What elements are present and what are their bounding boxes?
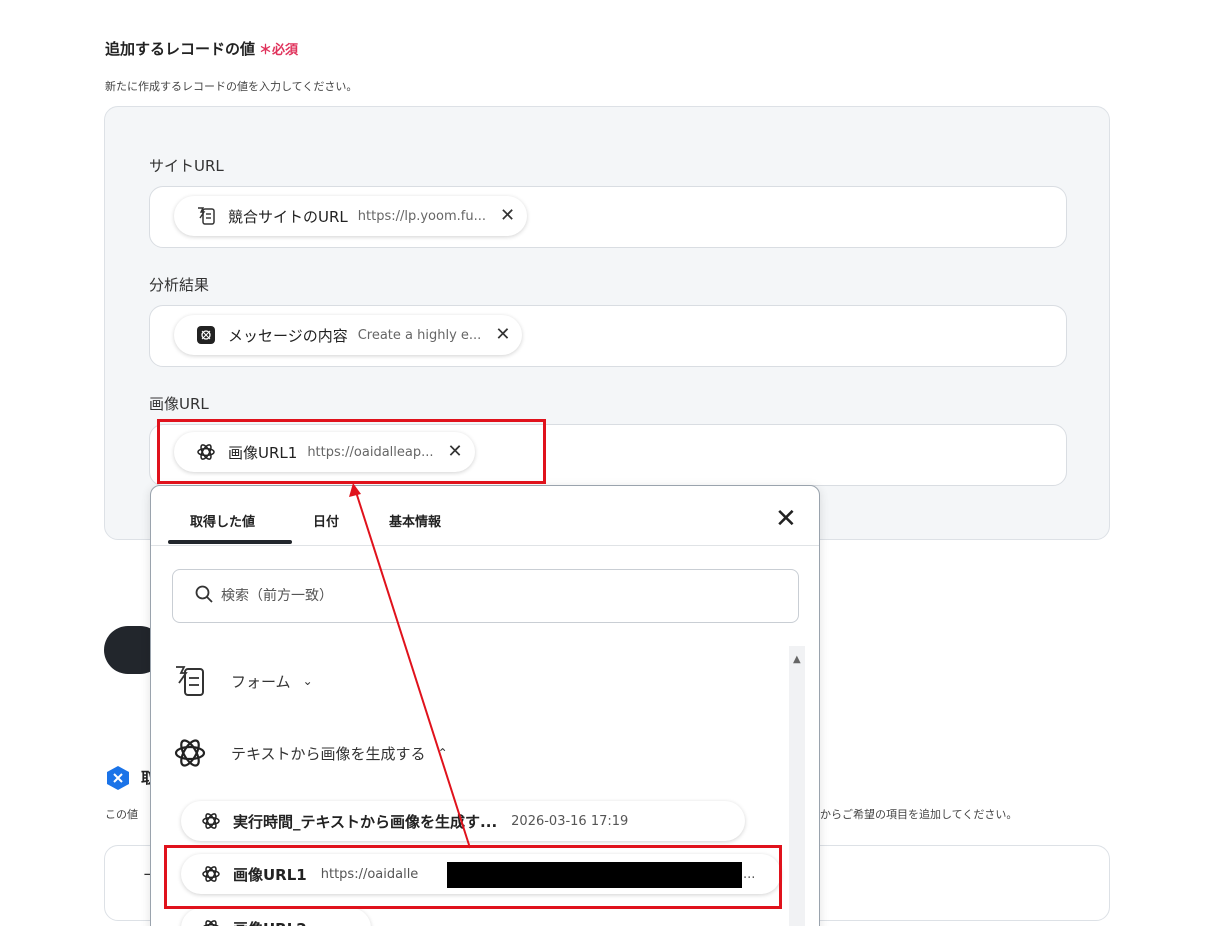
chip-name: メッセージの内容 xyxy=(228,326,348,345)
required-mark: ＊必須 xyxy=(259,43,299,58)
search-icon xyxy=(195,585,213,607)
close-icon[interactable]: ✕ xyxy=(495,326,510,344)
active-tab-indicator xyxy=(168,540,292,544)
group-label: テキストから画像を生成する xyxy=(231,744,426,763)
chevron-down-icon: ⌄ xyxy=(302,674,313,688)
openai-icon xyxy=(201,864,221,884)
item-execution-time[interactable]: 実行時間_テキストから画像を生成す... 2026-03-16 17:19 xyxy=(181,801,745,841)
chip-name: 競合サイトのURL xyxy=(228,207,348,226)
chevron-up-icon: ⌃ xyxy=(437,746,448,760)
description-right: からご希望の項目を追加してください。 xyxy=(820,808,1018,821)
tab-acquired-values[interactable]: 取得した値 xyxy=(190,511,255,530)
scrollbar[interactable] xyxy=(789,646,805,926)
item-name: 実行時間_テキストから画像を生成す... xyxy=(233,812,498,831)
value-picker-popup: 取得した値 日付 基本情報 ✕ ▲ フォーム ⌄ テキストから画像を生成する ⌃… xyxy=(150,485,820,926)
section-title: 追加するレコードの値 ＊必須 xyxy=(105,40,299,58)
form-icon xyxy=(196,206,216,226)
chip-value: Create a highly e... xyxy=(357,327,482,343)
chip-value: https://oaidalleap... xyxy=(307,444,434,460)
group-label: フォーム xyxy=(231,672,291,691)
item-value: 2026-03-16 17:19 xyxy=(511,813,629,829)
item-name: 画像URL1 xyxy=(233,865,307,884)
x-badge-icon xyxy=(105,765,131,791)
close-icon[interactable]: ✕ xyxy=(448,443,463,461)
openai-icon xyxy=(196,442,216,462)
item-name: 画像URL2 xyxy=(233,918,307,926)
close-icon[interactable]: ✕ xyxy=(500,207,515,225)
field-label-image-url: 画像URL xyxy=(149,395,209,413)
tab-date[interactable]: 日付 xyxy=(313,511,339,530)
field-label-analysis-result: 分析結果 xyxy=(149,276,210,294)
scroll-up-icon[interactable]: ▲ xyxy=(793,654,801,665)
item-image-url-2[interactable]: 画像URL2 xyxy=(181,908,371,926)
analysis-result-chip[interactable]: メッセージの内容 Create a highly e... ✕ xyxy=(174,315,523,355)
openai-icon xyxy=(201,811,221,831)
tabs-divider xyxy=(151,545,819,546)
search-field[interactable] xyxy=(172,569,799,623)
search-input[interactable] xyxy=(221,588,721,604)
form-icon xyxy=(173,664,207,698)
chip-value: https://lp.yoom.fu... xyxy=(357,208,486,224)
close-icon[interactable]: ✕ xyxy=(775,506,797,532)
chip-name: 画像URL1 xyxy=(228,443,298,462)
openai-icon xyxy=(201,918,221,926)
openai-icon xyxy=(173,736,207,770)
field-label-site-url: サイトURL xyxy=(149,157,224,175)
item-value-ellipsis: ... xyxy=(743,866,756,882)
group-text-to-image[interactable]: テキストから画像を生成する ⌃ xyxy=(173,736,448,770)
tab-basic-info[interactable]: 基本情報 xyxy=(389,511,441,530)
ai-assistant-icon xyxy=(196,325,216,345)
section-description: 新たに作成するレコードの値を入力してください。 xyxy=(105,80,358,93)
item-value: https://oaidalle xyxy=(320,866,419,882)
description-left: この値 xyxy=(105,808,138,821)
group-form[interactable]: フォーム ⌄ xyxy=(173,664,313,698)
redacted-area xyxy=(447,862,742,888)
site-url-chip[interactable]: 競合サイトのURL https://lp.yoom.fu... ✕ xyxy=(174,196,528,236)
image-url-chip[interactable]: 画像URL1 https://oaidalleap... ✕ xyxy=(174,432,475,472)
